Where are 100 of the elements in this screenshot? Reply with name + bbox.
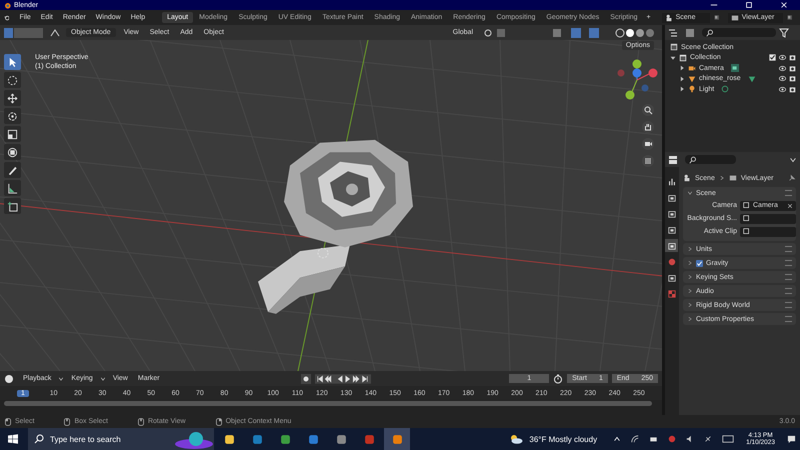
disclosure-triangle-icon[interactable] bbox=[679, 65, 685, 72]
close-icon[interactable] bbox=[780, 1, 788, 9]
search-field[interactable] bbox=[702, 28, 776, 37]
tool-button[interactable] bbox=[4, 72, 21, 88]
camera-back-icon bbox=[668, 194, 676, 202]
eye-icon[interactable] bbox=[779, 75, 786, 82]
cloud-icon bbox=[509, 434, 524, 444]
transform-pivot-icon[interactable] bbox=[49, 28, 61, 38]
object-field[interactable] bbox=[740, 226, 796, 236]
properties-tab[interactable] bbox=[665, 239, 678, 252]
windows-start-icon[interactable] bbox=[8, 434, 18, 444]
keyboard-icon[interactable] bbox=[722, 435, 734, 443]
chevron-right-icon bbox=[687, 302, 693, 308]
record-icon[interactable] bbox=[300, 374, 311, 384]
copy-icon[interactable] bbox=[714, 13, 720, 22]
grid-icon[interactable] bbox=[642, 155, 654, 167]
pin-icon[interactable] bbox=[788, 174, 796, 182]
eye-icon[interactable] bbox=[779, 64, 786, 72]
select-mode-icon[interactable] bbox=[4, 28, 44, 38]
drag-handle-icon[interactable] bbox=[785, 302, 792, 308]
search-field[interactable] bbox=[685, 155, 736, 164]
arrow-cursor-icon bbox=[7, 56, 18, 68]
clear-icon[interactable] bbox=[787, 202, 793, 208]
browser-icon bbox=[280, 434, 290, 444]
camera-icon[interactable] bbox=[789, 75, 796, 82]
object-field[interactable] bbox=[740, 214, 796, 224]
playback-controls-icon[interactable] bbox=[314, 374, 371, 384]
wifi-icon[interactable] bbox=[631, 435, 640, 443]
drag-handle-icon[interactable] bbox=[785, 274, 792, 280]
rotate-icon bbox=[7, 110, 18, 122]
mesh-data-icon[interactable] bbox=[748, 74, 756, 83]
image-stack-icon bbox=[730, 14, 739, 22]
disclosure-triangle-icon[interactable] bbox=[679, 86, 685, 92]
ruler-icon bbox=[7, 182, 18, 194]
camera-icon[interactable] bbox=[789, 54, 796, 62]
wrench-icon bbox=[668, 178, 676, 186]
timeline-scrollbar[interactable] bbox=[4, 401, 652, 406]
mouse-drag-icon bbox=[64, 418, 70, 426]
rose-drawing[interactable] bbox=[258, 140, 413, 314]
drag-handle-icon[interactable] bbox=[785, 260, 792, 266]
search-icon bbox=[34, 434, 44, 444]
search-icon bbox=[706, 28, 714, 36]
chevron-right-icon bbox=[687, 246, 693, 252]
tool-button[interactable] bbox=[4, 198, 21, 214]
tool-button[interactable] bbox=[4, 90, 21, 106]
folder-icon bbox=[224, 434, 234, 444]
chevron-icon[interactable] bbox=[687, 190, 693, 196]
navigation-gizmo-drawing[interactable] bbox=[615, 58, 659, 102]
game-icon bbox=[364, 434, 374, 444]
pencil-icon bbox=[7, 164, 18, 176]
tool-button[interactable] bbox=[4, 54, 21, 70]
eye-icon[interactable] bbox=[779, 86, 786, 93]
chevron-down-icon[interactable] bbox=[789, 156, 797, 164]
mesh-icon bbox=[688, 74, 696, 83]
app-tray-icon[interactable] bbox=[668, 435, 676, 443]
tool-button[interactable] bbox=[4, 144, 21, 160]
scene-icon bbox=[668, 242, 676, 250]
chevron-down-icon[interactable] bbox=[100, 376, 106, 382]
battery-icon[interactable] bbox=[649, 435, 658, 443]
camera-icon[interactable] bbox=[642, 138, 654, 150]
chevron-right-icon bbox=[687, 288, 693, 294]
tool-button[interactable] bbox=[4, 162, 21, 178]
blender-logo-icon[interactable] bbox=[4, 13, 10, 22]
stopwatch-icon[interactable] bbox=[553, 374, 564, 384]
mouse-middle-icon bbox=[138, 418, 144, 426]
image-stack-icon bbox=[728, 174, 737, 182]
notification-icon[interactable] bbox=[787, 434, 796, 444]
hand-icon[interactable] bbox=[642, 121, 654, 133]
chevron-right-icon bbox=[687, 316, 693, 322]
image-stack-icon bbox=[668, 226, 676, 234]
taskbar-search-field[interactable]: Type here to search bbox=[28, 428, 214, 450]
eye-icon[interactable] bbox=[779, 54, 786, 62]
filter-icon[interactable] bbox=[779, 28, 789, 38]
drag-handle-icon[interactable] bbox=[785, 316, 792, 322]
camera-icon[interactable] bbox=[789, 64, 796, 72]
drag-handle-icon[interactable] bbox=[785, 246, 792, 252]
camera-icon[interactable] bbox=[789, 86, 796, 93]
disclosure-triangle-icon[interactable] bbox=[670, 54, 676, 61]
clock-icon[interactable] bbox=[4, 374, 16, 384]
copy-icon[interactable] bbox=[786, 13, 792, 22]
tool-button[interactable] bbox=[4, 180, 21, 196]
disclosure-triangle-icon[interactable] bbox=[679, 76, 685, 82]
tool-button[interactable] bbox=[4, 126, 21, 142]
move-arrows-icon bbox=[7, 92, 18, 104]
tool-button[interactable] bbox=[4, 108, 21, 124]
globe-icon bbox=[668, 258, 676, 266]
zoom-icon[interactable] bbox=[642, 104, 654, 116]
mouse-left-icon bbox=[5, 418, 11, 426]
maximize-icon[interactable] bbox=[745, 1, 753, 9]
chevron-up-icon[interactable] bbox=[613, 435, 622, 443]
checkbox-icon[interactable] bbox=[769, 54, 776, 62]
drag-handle-icon[interactable] bbox=[785, 288, 792, 294]
drag-handle-icon[interactable] bbox=[785, 190, 792, 196]
object-data-icon[interactable] bbox=[721, 85, 730, 94]
collection-box-icon bbox=[670, 43, 678, 52]
chevron-down-icon[interactable] bbox=[58, 376, 64, 382]
scene-icon bbox=[683, 174, 691, 182]
steam-icon bbox=[252, 434, 262, 444]
weather-label[interactable]: 36°F Mostly cloudy bbox=[529, 434, 598, 444]
object-data-icon[interactable] bbox=[730, 64, 739, 72]
